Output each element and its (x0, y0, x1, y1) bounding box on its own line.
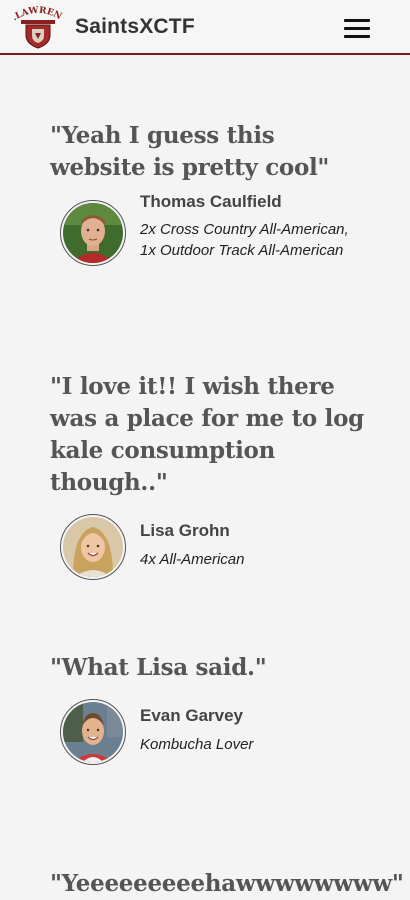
st-lawrence-logo[interactable]: ST.LAWRENCE (10, 5, 66, 49)
top-nav-bar: ST.LAWRENCE SaintsXCTF (0, 0, 410, 55)
author-name: Lisa Grohn (140, 521, 230, 540)
menu-bar (344, 27, 370, 30)
testimonial-card: "Yeeeeeeeeehawwwwwwww" (50, 868, 404, 900)
evan-garvey-photo (63, 702, 123, 762)
hamburger-menu-icon[interactable] (340, 16, 370, 40)
testimonial-author: Thomas Caulfield 2x Cross Country All-Am… (50, 192, 370, 282)
menu-bar (344, 35, 370, 38)
avatar (60, 699, 126, 765)
testimonial-quote: "Yeah I guess this website is pretty coo… (50, 122, 330, 181)
testimonial-card: "I love it!! I wish there was a place fo… (50, 371, 370, 604)
author-title: Kombucha Lover (140, 736, 254, 753)
author-name: Evan Garvey (140, 706, 244, 725)
testimonial-quote: "What Lisa said." (50, 654, 267, 681)
testimonial-card: "Yeah I guess this website is pretty coo… (50, 120, 370, 282)
menu-bar (344, 19, 370, 22)
page: ST.LAWRENCE SaintsXCTF "Yeah I guess thi… (0, 0, 410, 900)
testimonial-quote: "I love it!! I wish there was a place fo… (50, 373, 364, 496)
testimonial-quote: "Yeeeeeeeeehawwwwwwww" (50, 870, 404, 897)
author-name: Thomas Caulfield (140, 192, 282, 211)
testimonial-author: Lisa Grohn 4x All-American (50, 514, 370, 604)
testimonial-author: Evan Garvey Kombucha Lover (50, 699, 370, 789)
testimonial-card: "What Lisa said." Evan Garvey Kombucha L… (50, 652, 370, 789)
avatar (60, 200, 126, 266)
lisa-grohn-photo (63, 517, 123, 577)
site-title[interactable]: SaintsXCTF (75, 15, 195, 39)
avatar (60, 514, 126, 580)
author-title: 4x All-American (140, 551, 245, 568)
author-title: 2x Cross Country All-American, 1x Outdoo… (140, 221, 349, 259)
thomas-caulfield-photo (63, 203, 123, 263)
